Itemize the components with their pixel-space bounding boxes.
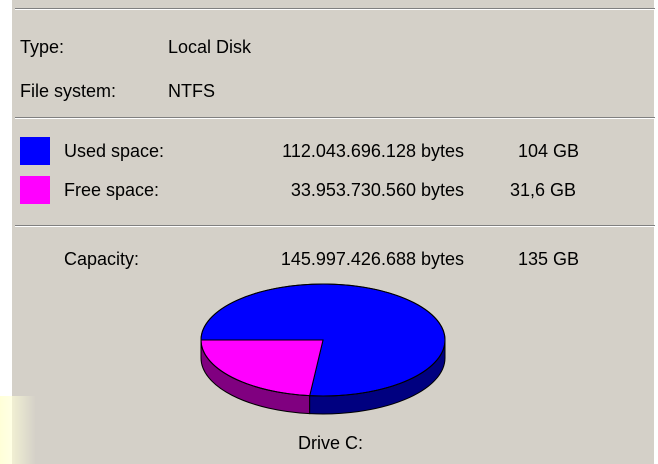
free-space-bytes: 33.953.730.560 bytes: [290, 180, 464, 200]
free-space-swatch: [20, 176, 50, 204]
file-system-label: File system:: [20, 81, 117, 101]
used-space-size: 104 GB: [518, 141, 580, 161]
used-space-swatch: [20, 137, 50, 165]
capacity-bytes: 145.997.426.688 bytes: [280, 249, 464, 269]
used-space-bytes: 112.043.696.128 bytes: [282, 141, 464, 161]
file-system-value: NTFS: [168, 81, 215, 101]
panel-right-edge: [654, 0, 658, 464]
used-space-label: Used space:: [64, 141, 165, 161]
free-space-label: Free space:: [64, 180, 160, 200]
disk-usage-pie-chart: [200, 283, 446, 415]
top-separator: [15, 8, 655, 10]
drive-properties-panel: Type: Local Disk File system: NTFS Used …: [0, 0, 658, 464]
capacity-size: 135 GB: [518, 249, 580, 269]
free-space-size: 31,6 GB: [510, 180, 577, 200]
focus-glow: [0, 396, 36, 464]
capacity-label: Capacity:: [64, 249, 140, 269]
type-label: Type:: [20, 37, 65, 57]
bottom-separator: [15, 225, 655, 227]
panel-left-edge: [0, 0, 12, 464]
middle-separator: [15, 117, 655, 119]
drive-label: Drive C:: [298, 433, 364, 453]
type-value: Local Disk: [168, 37, 252, 57]
